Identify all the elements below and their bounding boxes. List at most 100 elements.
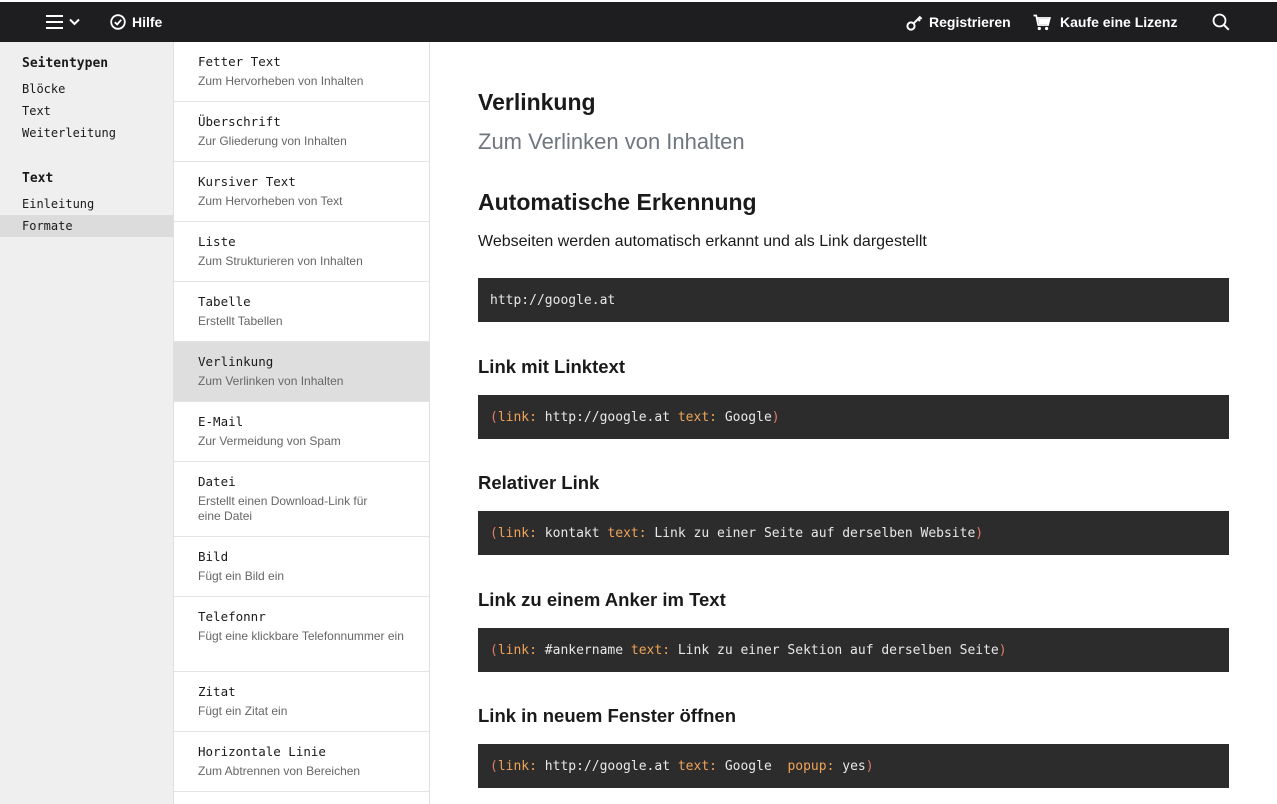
code-block-example: (link: http://google.at text: Google) (478, 395, 1229, 439)
sidebar-heading-text: Text (22, 171, 54, 186)
list-item-description: Erstellt einen Download-Link für eine Da… (198, 494, 368, 523)
code-token-plain: kontakt (536, 525, 608, 541)
list-item-bild[interactable]: Bild Fügt ein Bild ein (174, 537, 430, 597)
code-token-key: text: (607, 525, 647, 541)
code-token-paren: ( (490, 525, 498, 541)
list-item-title: Datei (198, 474, 236, 489)
list-item-title: E-Mail (198, 414, 244, 429)
check-circle-icon (110, 14, 126, 30)
sidebar: Seitentypen Blöcke Text Weiterleitung Te… (0, 42, 173, 804)
code-token-paren: ( (490, 758, 498, 774)
code-token-key: link: (497, 409, 537, 425)
list-item-title: Bild (198, 549, 229, 564)
list-item-email[interactable]: E-Mail Zur Vermeidung von Spam (174, 402, 430, 462)
code-token-paren: ) (771, 409, 780, 425)
list-item-title: Zitat (198, 684, 236, 699)
list-item-title: Fetter Text (198, 54, 281, 69)
example-title: Link in neuem Fenster öffnen (478, 705, 736, 726)
page-subtitle: Zum Verlinken von Inhalten (478, 129, 745, 154)
list-item-description: Zur Vermeidung von Spam (198, 434, 341, 448)
code-block-example: (link: #ankername text: Link zu einer Se… (478, 628, 1229, 672)
list-item-description: Zum Verlinken von Inhalten (198, 374, 344, 388)
code-token-plain: #ankername (536, 642, 631, 658)
list-item-ueberschrift[interactable]: Überschrift Zur Gliederung von Inhalten (174, 102, 430, 162)
code-token-paren: ) (975, 525, 984, 541)
list-item-description: Erstellt Tabellen (198, 314, 283, 328)
list-item-tabelle[interactable]: Tabelle Erstellt Tabellen (174, 282, 430, 342)
code-token-paren: ) (998, 642, 1007, 658)
format-list: Fetter Text Zum Hervorheben von Inhalten… (173, 42, 430, 804)
sidebar-item-weiterleitung[interactable]: Weiterleitung (0, 122, 173, 144)
list-item-description: Zum Strukturieren von Inhalten (198, 254, 363, 268)
help-label: Hilfe (132, 14, 163, 30)
search-icon (1212, 13, 1230, 31)
section-title: Automatische Erkennung (478, 189, 757, 215)
cart-icon (1033, 14, 1051, 31)
key-icon (906, 14, 923, 31)
list-item-title: Horizontale Linie (198, 744, 326, 759)
list-item-zitat[interactable]: Zitat Fügt ein Zitat ein (174, 672, 430, 732)
code-token-paren: ( (490, 642, 498, 658)
list-item-description: Fügt ein Zitat ein (198, 704, 288, 718)
list-item-description: Fügt ein Bild ein (198, 569, 285, 583)
example-title: Relativer Link (478, 472, 600, 493)
list-item-horizontale-linie[interactable]: Horizontale Linie Zum Abtrennen von Bere… (174, 732, 430, 792)
chevron-down-icon (69, 18, 80, 26)
list-item-description: Zum Hervorheben von Text (198, 194, 343, 208)
code-block-example: (link: http://google.at text: Google pop… (478, 744, 1229, 788)
code-text: http://google.at (490, 292, 616, 308)
code-token-key: text: (677, 409, 717, 425)
example-title: Link mit Linktext (478, 356, 625, 377)
code-token-plain: Link zu einer Sektion auf derselben Seit… (670, 642, 999, 658)
code-token-key: text: (677, 758, 717, 774)
list-item-description: Fügt eine klickbare Telefonnummer ein (198, 629, 404, 643)
code-token-key: popup: (787, 758, 835, 774)
register-link[interactable]: Registrieren (906, 2, 1011, 42)
example-title: Link zu einem Anker im Text (478, 589, 726, 610)
intro-text: Webseiten werden automatisch erkannt und… (478, 233, 927, 250)
code-token-plain: yes (834, 758, 866, 774)
list-item-description: Zur Gliederung von Inhalten (198, 134, 347, 148)
code-token-key: link: (497, 758, 537, 774)
code-token-plain: http://google.at (536, 758, 678, 774)
page-title: Verlinkung (478, 89, 596, 115)
list-item-liste[interactable]: Liste Zum Strukturieren von Inhalten (174, 222, 430, 282)
buy-license-link[interactable]: Kaufe eine Lizenz (1033, 2, 1177, 42)
list-item-title: Kursiver Text (198, 174, 296, 189)
code-block-auto: http://google.at (478, 278, 1229, 322)
list-item-datei[interactable]: Datei Erstellt einen Download-Link für e… (174, 462, 430, 537)
code-token-key: link: (497, 642, 537, 658)
sidebar-item-einleitung[interactable]: Einleitung (0, 193, 173, 215)
list-item-title: Überschrift (198, 114, 281, 129)
menu-button[interactable] (46, 2, 80, 42)
help-button[interactable]: Hilfe (110, 2, 162, 42)
register-label: Registrieren (929, 14, 1011, 30)
sidebar-heading-seitentypen: Seitentypen (22, 56, 109, 71)
search-button[interactable] (1212, 2, 1230, 42)
list-item-telefonnr[interactable]: Telefonnr Fügt eine klickbare Telefonnum… (174, 597, 430, 672)
top-navigation-bar: Hilfe Registrieren Kaufe eine Lizenz (0, 2, 1277, 42)
code-token-key: link: (497, 525, 537, 541)
list-item-verlinkung[interactable]: Verlinkung Zum Verlinken von Inhalten (174, 342, 430, 402)
hamburger-icon (46, 15, 63, 29)
list-item-title: Verlinkung (198, 354, 274, 369)
license-label: Kaufe eine Lizenz (1060, 14, 1178, 30)
code-token-plain: Google (717, 409, 772, 425)
code-token-plain: http://google.at (536, 409, 678, 425)
list-item-kursiver-text[interactable]: Kursiver Text Zum Hervorheben von Text (174, 162, 430, 222)
list-item-description: Zum Abtrennen von Bereichen (198, 764, 361, 778)
code-token-paren: ) (865, 758, 874, 774)
list-item-description: Zum Hervorheben von Inhalten (198, 74, 364, 88)
list-item-fetter-text[interactable]: Fetter Text Zum Hervorheben von Inhalten (174, 42, 430, 102)
sidebar-item-formate[interactable]: Formate (0, 215, 173, 237)
list-item-title: Telefonnr (198, 609, 266, 624)
code-token-key: text: (630, 642, 671, 658)
code-block-example: (link: kontakt text: Link zu einer Seite… (478, 511, 1229, 555)
code-token-plain: Google (717, 758, 788, 774)
list-item-title: Liste (198, 234, 236, 249)
sidebar-item-text[interactable]: Text (0, 100, 173, 122)
sidebar-item-bloecke[interactable]: Blöcke (0, 78, 173, 100)
code-token-plain: Link zu einer Seite auf derselben Websit… (646, 525, 976, 541)
list-item-title: Tabelle (198, 294, 251, 309)
code-token-paren: ( (490, 409, 498, 425)
